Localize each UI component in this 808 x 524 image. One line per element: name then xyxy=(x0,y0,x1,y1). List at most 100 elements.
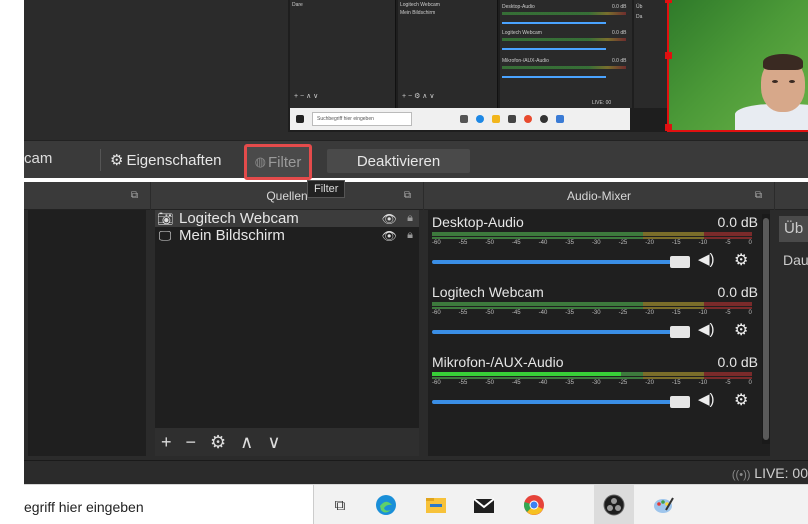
tick-label: -20 xyxy=(645,310,654,316)
tick-label: -45 xyxy=(511,380,521,386)
lock-icon[interactable]: 🔒︎ xyxy=(407,229,413,242)
tick-label: 0 xyxy=(748,310,752,316)
sources-title-text: Quellen xyxy=(266,188,308,203)
tick-label: -40 xyxy=(538,310,548,316)
obs-icon[interactable] xyxy=(602,493,626,517)
speaker-icon[interactable]: ◀) xyxy=(698,390,715,408)
live-status: ((•)) LIVE: 00 xyxy=(732,465,808,481)
mini-source-1: Logitech Webcam xyxy=(400,2,440,8)
toolbar-separator xyxy=(100,149,101,171)
preview-canvas[interactable]: Dare + − ∧ ∨ Logitech Webcam Mein Bildsc… xyxy=(288,0,668,132)
scrollbar-thumb[interactable] xyxy=(763,218,769,440)
source-label: Logitech Webcam xyxy=(179,210,299,227)
tick-label: -25 xyxy=(618,240,628,246)
properties-button[interactable]: ⚙ Eigenschaften xyxy=(110,148,222,172)
volume-slider[interactable] xyxy=(432,400,672,404)
mini-explorer-icon xyxy=(492,115,500,123)
speaker-icon[interactable]: ◀) xyxy=(698,320,715,338)
mixer-dock-title: Audio-Mixer ⧉ xyxy=(424,182,774,210)
tick-label: -20 xyxy=(645,240,654,246)
mini-controls-left: + − ∧ ∨ xyxy=(294,93,319,100)
source-settings-button[interactable]: ⚙ xyxy=(210,432,226,453)
person-eye-right xyxy=(789,80,795,83)
volume-meter xyxy=(432,232,752,236)
float-icon[interactable]: ⧉ xyxy=(404,190,411,201)
file-explorer-icon[interactable] xyxy=(424,493,448,517)
tick-label: -35 xyxy=(565,240,574,246)
tick-label: -50 xyxy=(485,380,494,386)
eye-icon[interactable]: 👁︎ xyxy=(382,212,397,226)
camera-icon: 📷︎ xyxy=(157,210,174,226)
mini-paint-icon xyxy=(556,115,564,123)
taskbar-search[interactable]: egriff hier eingeben xyxy=(24,485,314,524)
resize-handle-left[interactable] xyxy=(665,52,672,59)
volume-slider[interactable] xyxy=(432,260,672,264)
move-down-button[interactable]: ∨ xyxy=(267,432,280,453)
mini-search-box: Suchbegriff hier eingeben xyxy=(312,112,412,126)
filter-label: Filter xyxy=(268,153,302,171)
dock-area: ⧉ Quellen ⧉ 📷︎ Logitech Webcam 👁︎ 🔒︎ 🖵︎ … xyxy=(24,182,808,460)
volume-slider-handle[interactable] xyxy=(670,256,690,268)
tick-label: -15 xyxy=(671,240,681,246)
volume-slider-handle[interactable] xyxy=(670,326,690,338)
tick-label: -60 xyxy=(432,380,441,386)
gear-icon[interactable]: ⚙ xyxy=(734,390,748,410)
tick-label: 0 xyxy=(748,240,752,246)
resize-handle-bottom-left[interactable] xyxy=(665,124,672,131)
properties-label: Eigenschaften xyxy=(126,151,222,169)
chrome-icon[interactable] xyxy=(522,493,546,517)
scenes-list[interactable] xyxy=(28,210,146,456)
filter-button[interactable]: ◍ Filter xyxy=(244,144,312,180)
live-icon: ((•)) xyxy=(731,469,751,481)
move-up-button[interactable]: ∧ xyxy=(240,432,253,453)
gear-icon[interactable]: ⚙ xyxy=(734,320,748,340)
volume-slider[interactable] xyxy=(432,330,672,334)
volume-slider-handle[interactable] xyxy=(670,396,690,408)
source-toolbar: cam ⚙ Eigenschaften ◍ Filter Deaktiviere… xyxy=(24,140,808,180)
task-view-icon[interactable]: ⧉ xyxy=(328,493,352,517)
windows-taskbar: egriff hier eingeben ⧉ xyxy=(24,484,808,524)
mini-top-left-label: Dare xyxy=(292,2,303,8)
tick-label: -30 xyxy=(591,240,601,246)
status-bar: ((•)) LIVE: 00 xyxy=(24,460,808,484)
gear-icon[interactable]: ⚙ xyxy=(734,250,748,270)
tick-label: 0 xyxy=(748,380,752,386)
webcam-source-selected[interactable] xyxy=(665,0,808,132)
filter-icon: ◍ xyxy=(254,154,266,169)
eye-icon[interactable]: 👁︎ xyxy=(382,229,397,243)
mini-right-label-2: Da xyxy=(636,14,643,20)
list-item[interactable]: 🖵︎ Mein Bildschirm 👁︎ 🔒︎ xyxy=(155,227,419,244)
lock-icon[interactable]: 🔒︎ xyxy=(407,212,413,225)
paint-icon[interactable] xyxy=(652,493,676,517)
edge-icon[interactable] xyxy=(374,493,398,517)
add-source-button[interactable]: + xyxy=(161,432,172,453)
float-icon[interactable]: ⧉ xyxy=(131,190,138,201)
list-item[interactable]: 📷︎ Logitech Webcam 👁︎ 🔒︎ xyxy=(155,210,419,227)
remove-source-button[interactable]: − xyxy=(186,432,197,453)
tick-label: -55 xyxy=(458,380,468,386)
mail-icon[interactable] xyxy=(472,493,496,517)
mini-chrome-icon xyxy=(524,115,532,123)
mini-controls-panel: Üb Da xyxy=(634,0,668,108)
controls-dock-title xyxy=(775,182,808,210)
tick-label: -50 xyxy=(485,240,494,246)
transition-button[interactable]: Üb xyxy=(779,216,808,242)
gear-icon: ⚙ xyxy=(110,152,124,169)
volume-meter-peak xyxy=(432,307,752,309)
tick-label: -5 xyxy=(725,380,731,386)
resize-handle-top-left[interactable] xyxy=(665,0,672,3)
sources-list: 📷︎ Logitech Webcam 👁︎ 🔒︎ 🖵︎ Mein Bildsch… xyxy=(155,210,419,456)
filter-tooltip: Filter xyxy=(307,180,346,198)
audio-mixer-dock: Audio-Mixer ⧉ Desktop-Audio 0.0 dB -60 -55 -… xyxy=(424,182,774,460)
person-eye-left xyxy=(772,80,778,83)
tick-label: -35 xyxy=(565,380,574,386)
mini-controls-right: + − ⚙ ∧ ∨ xyxy=(402,93,435,100)
volume-meter-peak xyxy=(432,377,752,379)
sources-dock: Quellen ⧉ 📷︎ Logitech Webcam 👁︎ 🔒︎ 🖵︎ Me… xyxy=(151,182,423,460)
channel-db: 0.0 dB xyxy=(717,284,758,300)
float-icon[interactable]: ⧉ xyxy=(755,190,762,201)
speaker-icon[interactable]: ◀) xyxy=(698,250,715,268)
sources-dock-title: Quellen ⧉ xyxy=(151,182,423,210)
mixer-scrollbar[interactable] xyxy=(762,214,770,444)
deactivate-button[interactable]: Deaktivieren xyxy=(327,149,470,173)
